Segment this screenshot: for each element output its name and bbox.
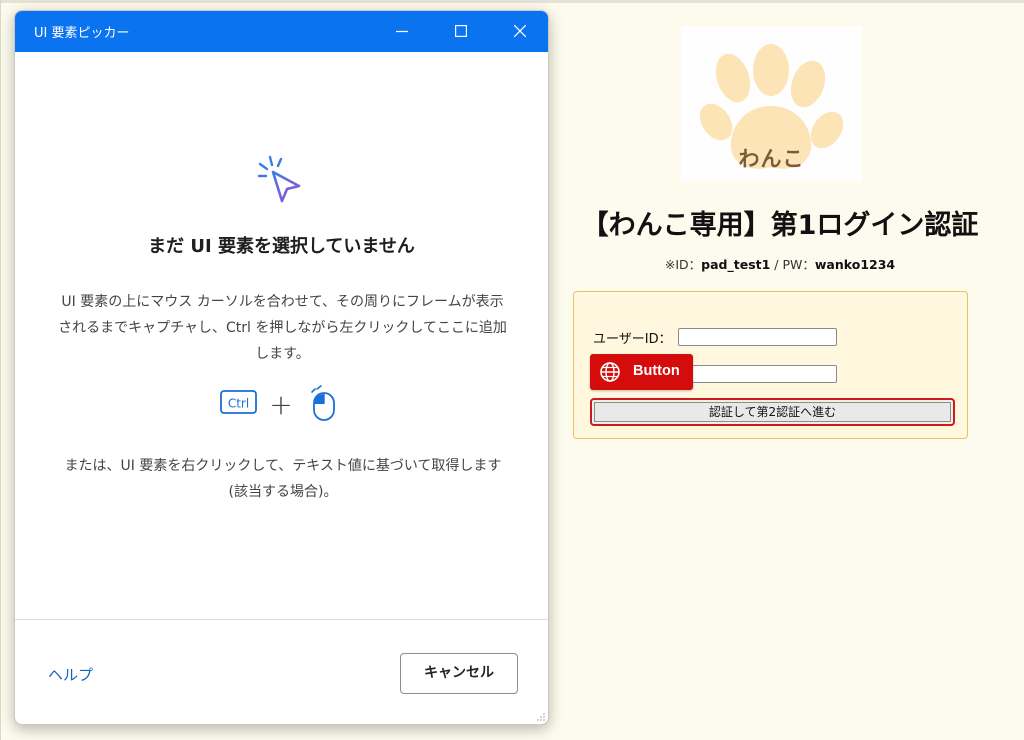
wanko-logo: わんこ — [681, 26, 862, 181]
plus-sign: + — [269, 388, 292, 421]
window-title: UI 要素ピッカー — [34, 26, 130, 41]
browser-top-edge — [0, 0, 1024, 3]
page-title: 【わんこ専用】第1ログイン認証 — [581, 210, 979, 241]
cancel-button[interactable]: キャンセル — [400, 653, 518, 694]
window-edge — [0, 0, 1, 740]
password-input[interactable] — [678, 365, 837, 383]
ctrl-click-shortcut: Ctrl + — [220, 385, 335, 421]
ui-element-picker-window: UI 要素ピッカー まだ UI 要素を選択していません UI 要素の上にマウス … — [14, 10, 549, 725]
globe-icon — [600, 362, 620, 382]
footer-divider — [15, 619, 548, 620]
titlebar: UI 要素ピッカー — [15, 11, 548, 52]
instructions-text: UI 要素の上にマウス カーソルを合わせて、その周りにフレームが表示されるまでキ… — [58, 294, 507, 362]
id-value: pad_test1 — [701, 257, 771, 272]
help-link[interactable]: ヘルプ — [48, 664, 93, 685]
minimize-button[interactable] — [379, 11, 425, 52]
id-prefix: ※ID： — [664, 257, 702, 272]
close-icon — [514, 25, 526, 37]
submit-button[interactable]: 認証して第2認証へ進む — [590, 398, 955, 426]
userid-input[interactable] — [678, 328, 837, 346]
element-tag-label: Button — [633, 363, 680, 379]
alternative-instructions-text: または、UI 要素を右クリックして、テキスト値に基づいて取得します (該当する場… — [64, 458, 502, 500]
maximize-icon — [455, 25, 467, 37]
mouse-left-click-icon — [311, 385, 335, 421]
cursor-click-icon — [257, 155, 301, 203]
shortcut-hint: Ctrl + — [220, 385, 350, 421]
userid-label: ユーザーID： — [593, 332, 672, 347]
submit-button-label: 認証して第2認証へ進む — [594, 402, 951, 422]
minimize-icon — [396, 30, 408, 33]
resize-grip-icon[interactable] — [536, 712, 546, 722]
close-button[interactable] — [497, 11, 543, 52]
logo-text: わんこ — [738, 147, 805, 171]
pw-value: wanko1234 — [814, 257, 896, 272]
pw-prefix: / PW： — [770, 257, 815, 272]
maximize-button[interactable] — [438, 11, 484, 52]
ctrl-key-label: Ctrl — [228, 397, 249, 411]
element-highlight-tag: Button — [590, 354, 693, 390]
empty-state-heading: まだ UI 要素を選択していません — [148, 236, 415, 257]
credentials-hint: ※ID：pad_test1 / PW：wanko1234 — [560, 254, 1000, 273]
